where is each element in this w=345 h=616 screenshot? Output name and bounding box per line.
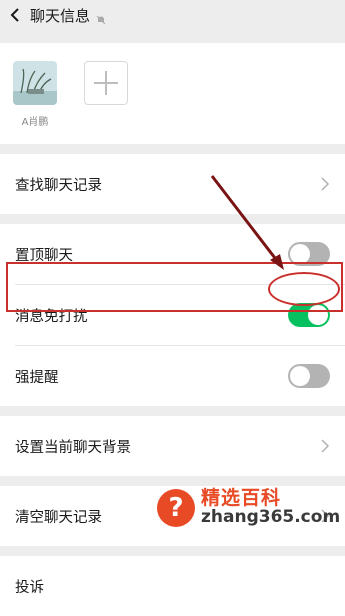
- watermark: ? 精选百科 zhang365.com: [157, 488, 340, 528]
- report-label: 投诉: [15, 579, 44, 596]
- report-group: 投诉: [0, 556, 345, 616]
- report-row[interactable]: 投诉: [0, 556, 345, 616]
- watermark-brand: 精选百科: [201, 487, 282, 510]
- watermark-url: zhang365.com: [201, 507, 341, 528]
- annotation-arrow-icon: [210, 175, 284, 270]
- watermark-text: 精选百科 zhang365.com: [201, 487, 341, 528]
- question-mark-icon: ?: [157, 489, 195, 527]
